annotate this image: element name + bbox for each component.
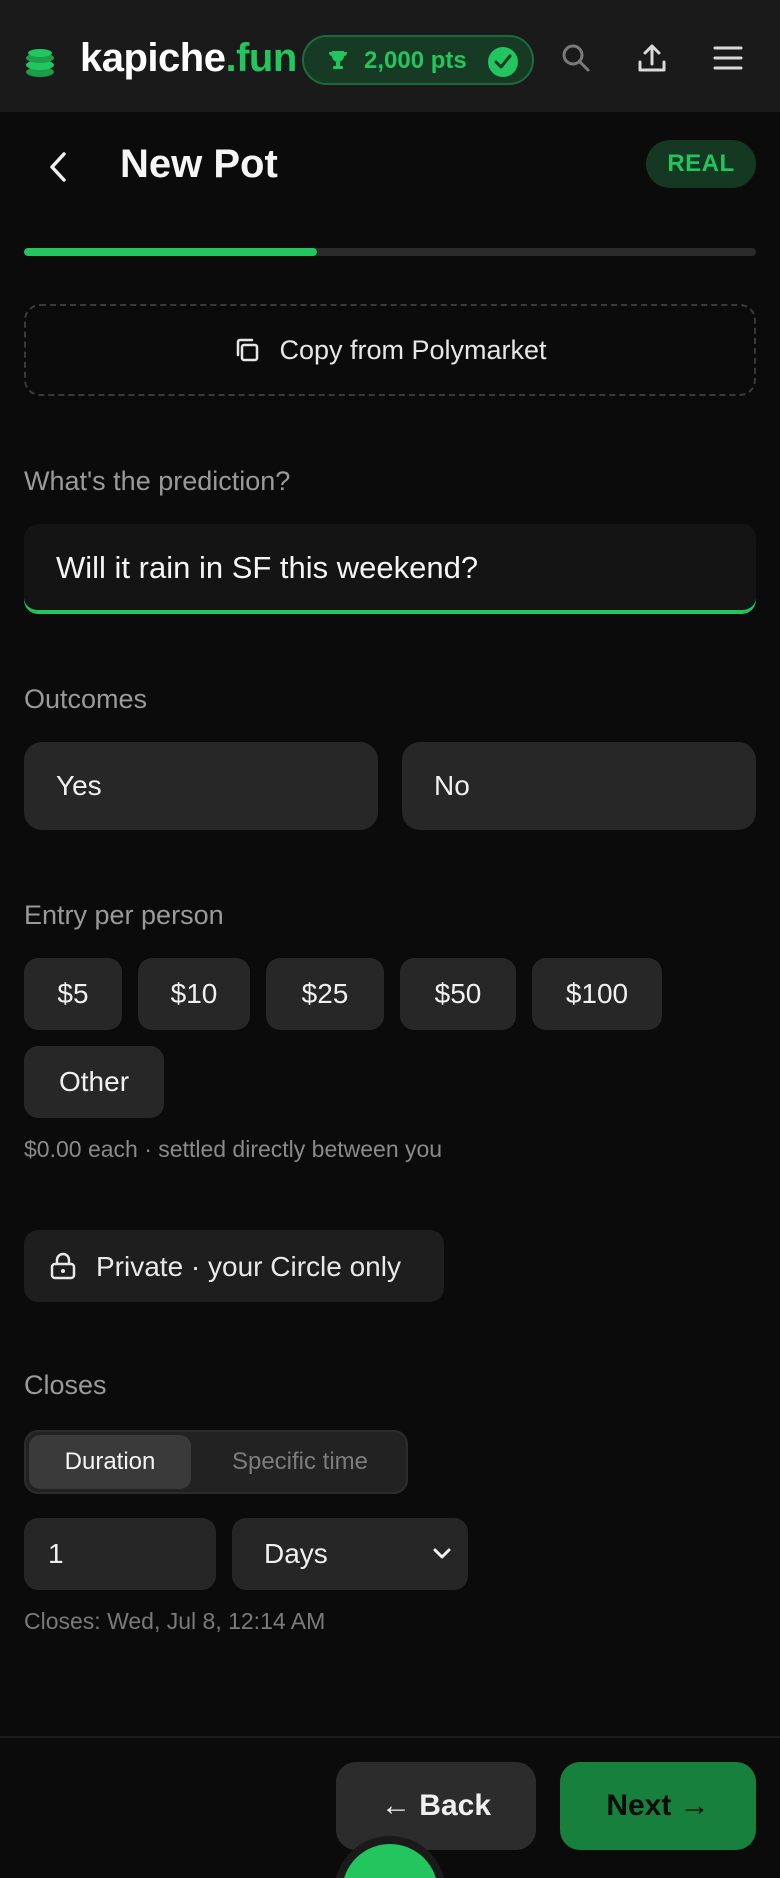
closes-label: Closes	[24, 1370, 107, 1400]
closes-mode-duration[interactable]: Duration	[29, 1435, 191, 1489]
entry-hint: $0.00 each · settled directly between yo…	[24, 1136, 443, 1162]
footer-divider	[0, 1736, 780, 1738]
menu-icon[interactable]	[712, 42, 744, 74]
step-progress-bar	[24, 248, 756, 256]
trophy-icon	[329, 51, 347, 69]
page-header: New Pot REAL	[0, 112, 780, 222]
closes-mode-specific-time[interactable]: Specific time	[196, 1435, 404, 1489]
copy-from-polymarket-button[interactable]: Copy from Polymarket	[24, 304, 756, 396]
entry-option-other[interactable]: Other	[24, 1046, 164, 1118]
page-title: New Pot	[120, 142, 278, 186]
duration-amount-input[interactable]: 1	[24, 1518, 216, 1590]
duration-unit-select[interactable]: Days	[232, 1518, 468, 1590]
duration-unit-value: Days	[264, 1538, 328, 1569]
duration-amount-value: 1	[48, 1538, 64, 1569]
entry-option-50[interactable]: $50	[400, 958, 516, 1030]
entry-option-100[interactable]: $100	[532, 958, 662, 1030]
prediction-value: Will it rain in SF this weekend?	[56, 550, 479, 585]
share-icon[interactable]	[636, 42, 668, 74]
points-value: 2,000 pts	[364, 47, 467, 74]
outcome-yes-input[interactable]: Yes	[24, 742, 378, 830]
prediction-input[interactable]: Will it rain in SF this weekend?	[24, 524, 756, 614]
points-pill[interactable]: 2,000 pts	[302, 35, 534, 85]
copy-button-label: Copy from Polymarket	[279, 334, 547, 365]
back-button[interactable]: ← Back	[336, 1762, 536, 1850]
coin-stack-icon	[26, 49, 54, 77]
top-bar: kapiche.fun 2,000 pts	[0, 0, 780, 112]
check-circle-icon	[488, 47, 518, 77]
app-logo[interactable]: kapiche.fun	[80, 36, 297, 81]
lock-icon	[50, 1252, 76, 1280]
outcome-no-input[interactable]: No	[402, 742, 756, 830]
search-icon[interactable]	[560, 42, 592, 74]
prediction-label: What's the prediction?	[24, 466, 291, 496]
closes-summary: Closes: Wed, Jul 8, 12:14 AM	[24, 1608, 326, 1634]
privacy-toggle[interactable]: Private · your Circle only	[24, 1230, 444, 1302]
privacy-label: Private · your Circle only	[96, 1251, 401, 1282]
entry-option-10[interactable]: $10	[138, 958, 250, 1030]
step-progress-fill	[24, 248, 317, 256]
chevron-down-icon	[433, 1548, 451, 1559]
entry-label: Entry per person	[24, 900, 224, 930]
next-button[interactable]: Next →	[560, 1762, 756, 1850]
real-badge: REAL	[646, 140, 756, 188]
entry-option-25[interactable]: $25	[266, 958, 384, 1030]
copy-icon	[237, 338, 259, 362]
chevron-left-icon[interactable]	[44, 150, 74, 184]
entry-option-5[interactable]: $5	[24, 958, 122, 1030]
closes-mode-toggle: Duration Specific time	[24, 1430, 408, 1494]
outcomes-label: Outcomes	[24, 684, 148, 714]
